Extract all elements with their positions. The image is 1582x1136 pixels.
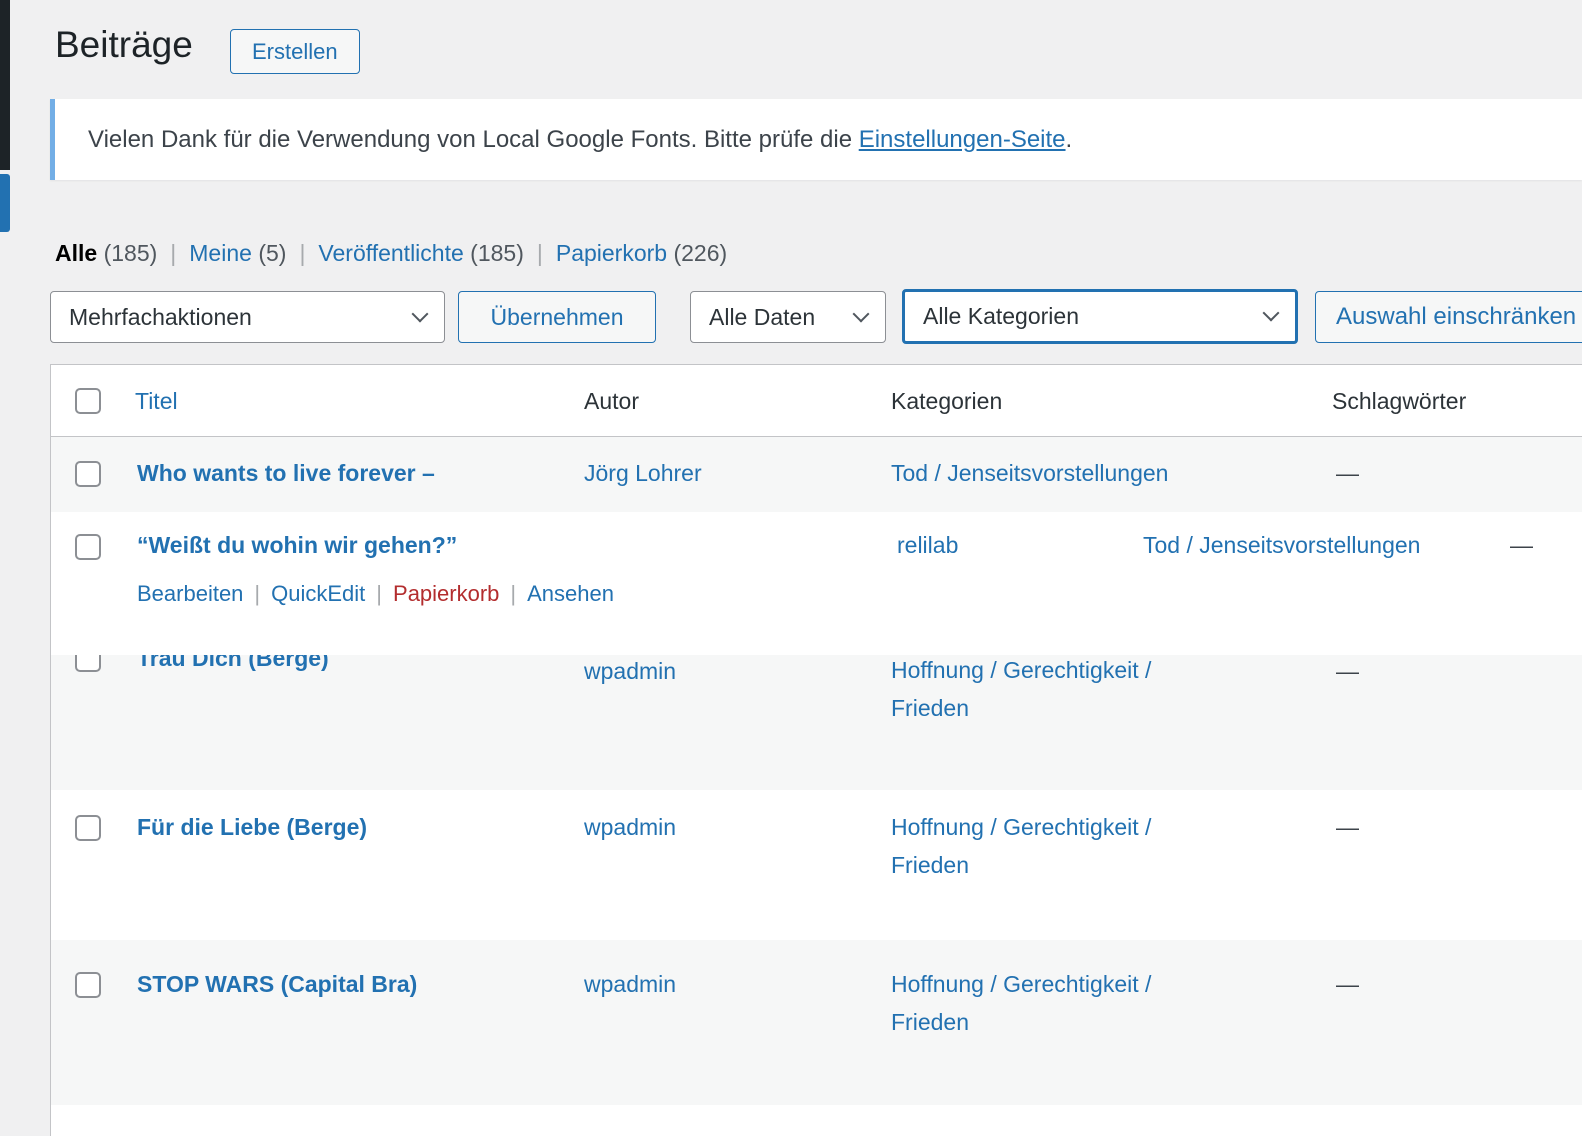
view-filter-label: Papierkorb	[556, 240, 667, 266]
select-all-checkbox[interactable]	[75, 388, 101, 414]
categories-link[interactable]: Hoffnung / Gerechtigkeit / Frieden	[891, 965, 1226, 1041]
row-actions: Bearbeiten | QuickEdit | Papierkorb | An…	[137, 581, 614, 607]
row-checkbox[interactable]	[75, 815, 101, 841]
table-row: “Weißt du wohin wir gehen?” Bearbeiten |…	[51, 512, 1582, 655]
categories-link[interactable]: Hoffnung / Gerechtigkeit / Frieden	[891, 808, 1226, 884]
post-title-link[interactable]: Für die Liebe (Berge)	[137, 814, 367, 840]
notice-text-before: Vielen Dank für die Verwendung von Local…	[88, 126, 859, 153]
table-row: Für die Liebe (Berge) wpadmin Hoffnung /…	[51, 790, 1582, 940]
page-title: Beiträge	[55, 22, 193, 68]
notice-text: Vielen Dank für die Verwendung von Local…	[55, 126, 1072, 154]
view-filter-papierkorb[interactable]: Papierkorb (226)	[556, 240, 727, 267]
view-filter-label: Meine	[189, 240, 252, 266]
row-checkbox[interactable]	[75, 534, 101, 560]
table-row: Who wants to live forever – Jörg Lohrer …	[51, 437, 1582, 512]
notice-settings-link[interactable]: Einstellungen-Seite	[859, 126, 1066, 153]
bulk-actions-value: Mehrfachaktionen	[69, 304, 252, 331]
column-header-author: Autor	[584, 388, 639, 415]
view-filter-alle[interactable]: Alle (185)	[55, 240, 157, 267]
categories-filter-value: Alle Kategorien	[923, 303, 1079, 330]
table-header-row: Titel Autor Kategorien Schlagwörter	[51, 365, 1582, 437]
categories-link[interactable]: Hoffnung / Gerechtigkeit / Frieden	[891, 655, 1226, 727]
column-header-tags: Schlagwörter	[1332, 388, 1466, 415]
row-checkbox[interactable]	[75, 972, 101, 998]
action-separator: |	[510, 581, 516, 607]
view-filter-label: Veröffentlichte	[318, 240, 463, 266]
view-filter-count: (226)	[673, 240, 727, 266]
tags-value: —	[1510, 532, 1533, 558]
view-filter-count: (185)	[470, 240, 524, 266]
author-link[interactable]: wpadmin	[584, 814, 676, 840]
notice-banner: Vielen Dank für die Verwendung von Local…	[50, 99, 1582, 180]
edit-action-link[interactable]: Bearbeiten	[137, 581, 243, 607]
view-filter-label: Alle	[55, 240, 97, 266]
posts-admin-screen: Beiträge Erstellen Vielen Dank für die V…	[0, 0, 1582, 1136]
post-title-link[interactable]: “Weißt du wohin wir gehen?”	[137, 532, 457, 558]
view-filter-meine[interactable]: Meine (5)	[189, 240, 286, 267]
tags-value: —	[1336, 971, 1359, 997]
table-row: STOP WARS (Capital Bra) wpadmin Hoffnung…	[51, 940, 1582, 1105]
view-action-link[interactable]: Ansehen	[527, 581, 614, 607]
apply-button[interactable]: Übernehmen	[458, 291, 656, 343]
chevron-down-icon	[853, 305, 870, 322]
dates-filter-select[interactable]: Alle Daten	[690, 291, 886, 343]
row-checkbox[interactable]	[75, 461, 101, 487]
view-filters: Alle (185) | Meine (5) | Veröffentlichte…	[55, 240, 727, 267]
chevron-down-icon	[1263, 305, 1280, 322]
trash-action-link[interactable]: Papierkorb	[393, 581, 499, 607]
categories-link[interactable]: Tod / Jenseitsvorstellungen	[891, 460, 1168, 486]
view-filter-veroeffentlichte[interactable]: Veröffentlichte (185)	[318, 240, 523, 267]
bulk-actions-select[interactable]: Mehrfachaktionen	[50, 291, 445, 343]
column-header-categories: Kategorien	[891, 388, 1002, 415]
column-header-title[interactable]: Titel	[135, 388, 178, 415]
admin-menu-active-indicator[interactable]	[0, 174, 10, 232]
view-filter-count: (5)	[258, 240, 286, 266]
author-link[interactable]: wpadmin	[584, 658, 676, 684]
categories-link[interactable]: Tod / Jenseitsvorstellungen	[1143, 532, 1420, 558]
tags-value: —	[1336, 658, 1359, 684]
action-separator: |	[376, 581, 382, 607]
author-link[interactable]: Jörg Lohrer	[584, 460, 702, 486]
chevron-down-icon	[412, 305, 429, 322]
view-filter-count: (185)	[104, 240, 158, 266]
view-separator: |	[170, 240, 176, 267]
admin-menu-strip	[0, 0, 10, 170]
table-footer	[51, 1105, 1582, 1136]
post-title-link[interactable]: Who wants to live forever –	[137, 460, 435, 486]
quickedit-action-link[interactable]: QuickEdit	[271, 581, 365, 607]
view-separator: |	[299, 240, 305, 267]
table-row: Trau Dich (Berge) wpadmin Hoffnung / Ger…	[51, 655, 1582, 790]
post-title-link[interactable]: STOP WARS (Capital Bra)	[137, 971, 417, 997]
dates-filter-value: Alle Daten	[709, 304, 815, 331]
author-link[interactable]: wpadmin	[584, 971, 676, 997]
notice-text-suffix: .	[1066, 126, 1073, 153]
action-separator: |	[254, 581, 260, 607]
post-title-link[interactable]: Trau Dich (Berge)	[137, 655, 329, 671]
tags-value: —	[1336, 814, 1359, 840]
limit-selection-button[interactable]: Auswahl einschränken	[1315, 291, 1582, 343]
categories-filter-select[interactable]: Alle Kategorien	[902, 289, 1298, 344]
create-button[interactable]: Erstellen	[230, 29, 360, 74]
categories-link[interactable]: relilab	[897, 532, 958, 558]
row-checkbox[interactable]	[75, 655, 101, 672]
view-separator: |	[537, 240, 543, 267]
tags-value: —	[1336, 460, 1359, 486]
